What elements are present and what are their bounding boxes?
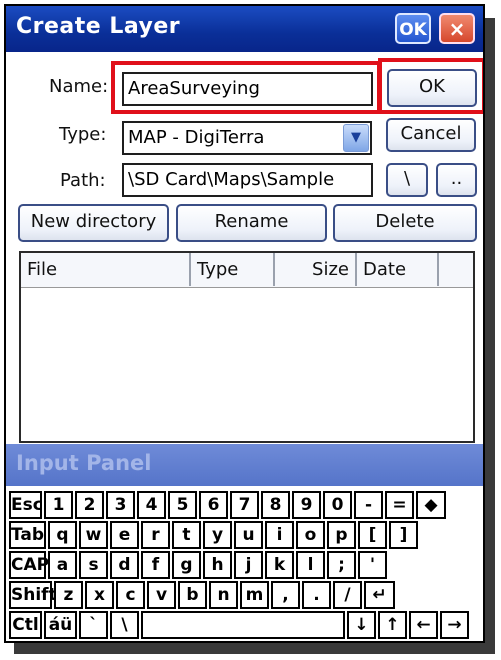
key-9[interactable]: 9 [292, 491, 321, 519]
key-7[interactable]: 7 [230, 491, 259, 519]
input-panel-bar: Input Panel [6, 444, 483, 486]
title-close-button[interactable]: × [439, 13, 475, 44]
key-h[interactable]: h [203, 551, 232, 579]
input-panel-title: Input Panel [16, 451, 152, 475]
key-apostrophe[interactable]: ' [358, 551, 387, 579]
key-t[interactable]: t [172, 521, 201, 549]
key-a[interactable]: a [48, 551, 77, 579]
key-shift[interactable]: Shift [9, 581, 57, 609]
file-list-header: File Type Size Date [21, 253, 473, 288]
key-comma[interactable]: , [271, 581, 300, 609]
dialog-window: Create Layer OK × Name: AreaSurveying OK… [4, 4, 485, 643]
key-intl[interactable]: áü [44, 611, 77, 639]
column-size[interactable]: Size [275, 253, 357, 286]
key-j[interactable]: j [234, 551, 263, 579]
key-backtick[interactable]: ` [79, 611, 108, 639]
key-0[interactable]: 0 [323, 491, 352, 519]
path-label: Path: [60, 170, 106, 191]
name-highlight-box [111, 61, 381, 114]
delete-button[interactable]: Delete [333, 204, 477, 242]
key-i[interactable]: i [265, 521, 294, 549]
key-5[interactable]: 5 [168, 491, 197, 519]
key-8[interactable]: 8 [261, 491, 290, 519]
title-bar: Create Layer OK × [6, 6, 483, 52]
key-arrow-right[interactable]: → [440, 611, 469, 639]
key-semicolon[interactable]: ; [327, 551, 356, 579]
key-minus[interactable]: - [354, 491, 383, 519]
key-u[interactable]: u [234, 521, 263, 549]
name-label: Name: [49, 76, 109, 97]
new-directory-button[interactable]: New directory [18, 204, 169, 242]
ok-highlight-box [378, 58, 483, 114]
key-caps[interactable]: CAP [9, 551, 49, 579]
key-period[interactable]: . [302, 581, 331, 609]
key-o[interactable]: o [296, 521, 325, 549]
key-f[interactable]: f [141, 551, 170, 579]
key-space[interactable] [141, 611, 345, 639]
key-r[interactable]: r [141, 521, 170, 549]
key-equals[interactable]: = [385, 491, 414, 519]
key-q[interactable]: q [48, 521, 77, 549]
key-6[interactable]: 6 [199, 491, 228, 519]
key-4[interactable]: 4 [137, 491, 166, 519]
key-m[interactable]: m [240, 581, 269, 609]
cancel-button[interactable]: Cancel [386, 118, 476, 152]
key-z[interactable]: z [54, 581, 83, 609]
key-left-bracket[interactable]: [ [358, 521, 387, 549]
window-title: Create Layer [16, 14, 181, 39]
key-backspace[interactable]: ◆ [416, 491, 446, 519]
key-s[interactable]: s [79, 551, 108, 579]
column-type[interactable]: Type [191, 253, 275, 286]
key-2[interactable]: 2 [75, 491, 104, 519]
key-l[interactable]: l [296, 551, 325, 579]
key-e[interactable]: e [110, 521, 139, 549]
key-slash[interactable]: / [333, 581, 362, 609]
key-3[interactable]: 3 [106, 491, 135, 519]
type-select-value: MAP - DigiTerra [128, 127, 265, 148]
key-d[interactable]: d [110, 551, 139, 579]
key-ctrl[interactable]: Ctl [9, 611, 42, 639]
key-v[interactable]: v [147, 581, 176, 609]
column-file[interactable]: File [21, 253, 191, 286]
type-label: Type: [59, 124, 107, 145]
title-ok-button[interactable]: OK [395, 13, 431, 44]
key-1[interactable]: 1 [44, 491, 73, 519]
key-arrow-left[interactable]: ← [409, 611, 438, 639]
soft-keyboard: Esc 1 2 3 4 5 6 7 8 9 0 - = ◆ Tab q w e … [6, 486, 483, 641]
root-directory-button[interactable]: \ [386, 163, 428, 197]
parent-directory-button[interactable]: .. [436, 163, 477, 197]
key-y[interactable]: y [203, 521, 232, 549]
key-right-bracket[interactable]: ] [389, 521, 418, 549]
column-date[interactable]: Date [357, 253, 439, 286]
rename-button[interactable]: Rename [176, 204, 327, 242]
key-enter[interactable]: ↵ [364, 581, 395, 609]
key-p[interactable]: p [327, 521, 356, 549]
file-list[interactable]: File Type Size Date [19, 251, 475, 443]
key-k[interactable]: k [265, 551, 294, 579]
key-c[interactable]: c [116, 581, 145, 609]
path-field: \SD Card\Maps\Sample [122, 163, 373, 197]
chevron-down-icon[interactable]: ▼ [343, 124, 369, 152]
key-tab[interactable]: Tab [9, 521, 46, 549]
key-arrow-up[interactable]: ↑ [378, 611, 407, 639]
type-select[interactable]: MAP - DigiTerra [122, 121, 372, 155]
key-w[interactable]: w [79, 521, 108, 549]
key-g[interactable]: g [172, 551, 201, 579]
key-esc[interactable]: Esc [9, 491, 43, 519]
key-arrow-down[interactable]: ↓ [347, 611, 376, 639]
key-b[interactable]: b [178, 581, 207, 609]
key-x[interactable]: x [85, 581, 114, 609]
key-n[interactable]: n [209, 581, 238, 609]
key-backslash[interactable]: \ [110, 611, 139, 639]
